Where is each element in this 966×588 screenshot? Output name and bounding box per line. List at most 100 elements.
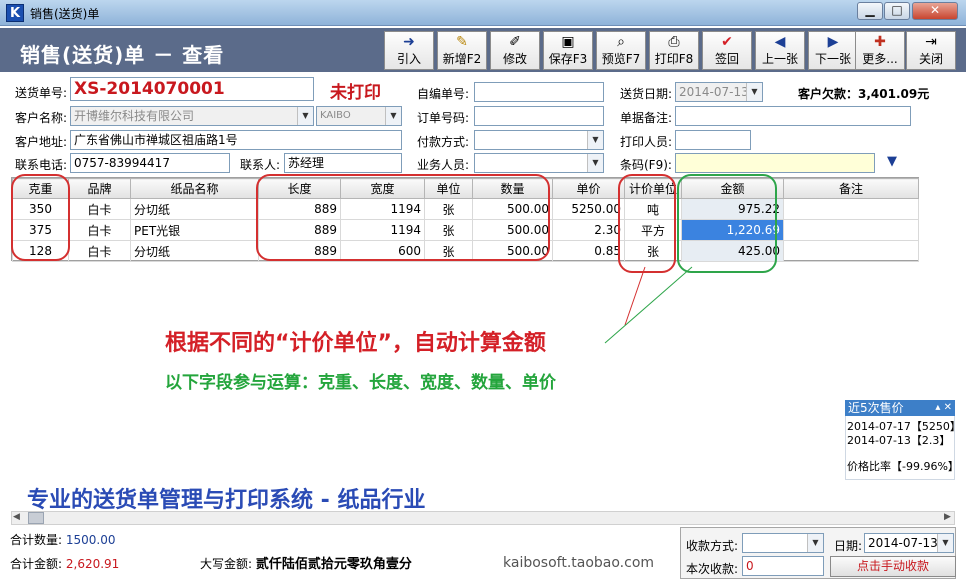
recent-price-header[interactable]: 近5次售价 ▴ ✕	[845, 400, 955, 416]
chevron-down-icon[interactable]: ▼	[385, 107, 401, 125]
table-cell[interactable]: 白卡	[68, 219, 131, 241]
date-label: 送货日期:	[620, 87, 673, 101]
close-window-button[interactable]: ✕	[912, 2, 958, 20]
window-title: 销售(送货)单	[30, 7, 100, 21]
arrow-right-icon: ▶	[827, 34, 839, 50]
col-header[interactable]: 纸品名称	[130, 178, 259, 199]
horizontal-scrollbar[interactable]	[11, 511, 955, 525]
contact-label: 联系人:	[240, 158, 281, 172]
remark-field[interactable]	[675, 106, 911, 126]
received-field[interactable]: 0	[742, 556, 824, 576]
chevron-down-icon[interactable]: ▼	[587, 131, 603, 149]
barcode-field[interactable]	[675, 153, 875, 173]
total-qty: 合计数量: 1500.00	[10, 533, 116, 547]
contact-field[interactable]: 苏经理	[284, 153, 402, 173]
edit-button[interactable]: ✐ 修改	[490, 31, 540, 70]
order-no-label: 送货单号:	[15, 86, 68, 100]
table-cell[interactable]: 白卡	[68, 240, 131, 262]
window-titlebar[interactable]	[0, 0, 966, 26]
next-button[interactable]: ▶ 下一张	[808, 31, 858, 70]
collect-date-label: 日期:	[834, 539, 863, 553]
manual-collect-button[interactable]: 点击手动收款	[830, 556, 956, 577]
collect-method-label: 收款方式:	[686, 539, 739, 553]
printer-icon: ⎙	[668, 34, 680, 50]
new-doc-icon: ✎	[456, 34, 468, 50]
po-no-label: 订单号码:	[417, 111, 470, 125]
preview-button[interactable]: ⌕ 预览F7	[596, 31, 646, 70]
self-no-label: 自编单号:	[417, 87, 470, 101]
close-button[interactable]: ⇥ 关闭	[906, 31, 956, 70]
new-button[interactable]: ✎ 新增F2	[437, 31, 487, 70]
address-label: 客户地址:	[15, 135, 68, 149]
arrow-left-icon: ◀	[774, 34, 786, 50]
col-header[interactable]: 备注	[783, 178, 919, 199]
table-cell[interactable]: 分切纸	[130, 240, 259, 262]
recent-price-item: 2014-07-13【2.3】	[847, 434, 951, 447]
collect-date-field[interactable]: 2014-07-13 ▼	[864, 533, 954, 553]
customer-code-select[interactable]: KAIBO ▼	[316, 106, 402, 126]
self-no-field[interactable]	[474, 82, 604, 102]
phone-field[interactable]: 0757-83994417	[70, 153, 230, 173]
table-cell[interactable]: 2.30	[552, 219, 625, 241]
previous-button[interactable]: ◀ 上一张	[755, 31, 805, 70]
maximize-button[interactable]: □	[884, 2, 910, 20]
print-button[interactable]: ⎙ 打印F8	[649, 31, 699, 70]
table-cell[interactable]	[783, 219, 919, 241]
total-amount: 合计金额: 2,620.91	[10, 557, 120, 571]
shop-url: kaibosoft.taobao.com	[503, 555, 655, 571]
highlight-weight-column	[11, 174, 70, 261]
printer-label: 打印人员:	[620, 135, 673, 149]
chevron-down-icon[interactable]: ▼	[587, 154, 603, 172]
pay-method-select[interactable]: ▼	[474, 130, 604, 150]
table-cell[interactable]: 5250.00	[552, 198, 625, 220]
po-no-field[interactable]	[474, 106, 604, 126]
table-cell[interactable]	[783, 240, 919, 262]
collect-method-select[interactable]: ▼	[742, 533, 824, 553]
annotation-lines	[604, 266, 693, 344]
chevron-down-icon[interactable]: ▼	[297, 107, 313, 125]
import-button[interactable]: ➜ 引入	[384, 31, 434, 70]
chevron-down-icon[interactable]: ▼	[746, 83, 762, 101]
delivery-date-field[interactable]: 2014-07-13 ▼	[675, 82, 763, 102]
table-cell[interactable]	[783, 198, 919, 220]
highlight-dimension-columns	[256, 174, 550, 261]
table-cell[interactable]: 白卡	[68, 198, 131, 220]
phone-label: 联系电话:	[15, 158, 68, 172]
pay-method-label: 付款方式:	[417, 135, 470, 149]
customer-label: 客户名称:	[15, 111, 68, 125]
customer-select[interactable]: 开博维尔科技有限公司 ▼	[70, 106, 314, 126]
col-header[interactable]: 单价	[552, 178, 625, 199]
sign-back-button[interactable]: ✔ 签回	[702, 31, 752, 70]
save-icon: ▣	[561, 34, 575, 50]
close-panel-icon[interactable]: ▴ ✕	[935, 400, 952, 416]
scrollbar-thumb[interactable]	[28, 512, 44, 524]
col-header[interactable]: 品牌	[68, 178, 131, 199]
chevron-down-icon[interactable]: ▼	[937, 534, 953, 552]
customer-debt: 客户欠款：3,401.09元	[798, 87, 930, 101]
edit-icon: ✐	[509, 34, 521, 50]
sales-select[interactable]: ▼	[474, 153, 604, 173]
table-cell[interactable]: 分切纸	[130, 198, 259, 220]
sales-label: 业务人员:	[417, 158, 470, 172]
app-icon: K	[6, 4, 24, 22]
chevron-down-icon[interactable]: ▼	[807, 534, 823, 552]
scroll-right-icon[interactable]: ▶	[944, 512, 951, 522]
import-icon: ➜	[403, 34, 415, 50]
table-cell[interactable]: 0.85	[552, 240, 625, 262]
checkmark-icon: ✔	[721, 34, 733, 50]
minimize-button[interactable]: ▁	[857, 2, 883, 20]
save-button[interactable]: ▣ 保存F3	[543, 31, 593, 70]
highlight-pricing-unit-column	[618, 174, 676, 273]
preview-icon: ⌕	[617, 34, 625, 50]
more-icon: ✚	[874, 34, 886, 50]
address-field[interactable]: 广东省佛山市禅城区祖庙路1号	[70, 130, 402, 150]
order-no-field[interactable]: XS-2014070001	[70, 77, 314, 101]
scroll-left-icon[interactable]: ◀	[13, 512, 20, 522]
print-status-label: 未打印	[330, 83, 381, 103]
expand-down-icon[interactable]: ▼	[887, 154, 897, 169]
promo-text: 专业的送货单管理与打印系统 - 纸品行业	[27, 488, 426, 513]
more-button[interactable]: ✚ 更多...	[855, 31, 905, 70]
amount-in-words: 大写金额: 贰仟陆佰贰拾元零玖角壹分	[200, 557, 412, 572]
printer-field[interactable]	[675, 130, 751, 150]
table-cell[interactable]: PET光银	[130, 219, 259, 241]
